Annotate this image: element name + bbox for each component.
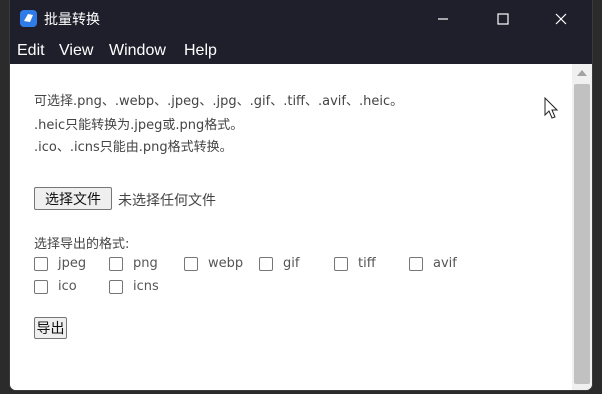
choose-file-button[interactable]: 选择文件 — [34, 187, 112, 210]
checkbox[interactable] — [34, 257, 48, 271]
format-option-ico[interactable]: ico — [34, 279, 94, 295]
option-label: webp — [208, 256, 244, 271]
close-icon — [555, 13, 567, 25]
checkbox[interactable] — [409, 257, 423, 271]
checkbox[interactable] — [334, 257, 348, 271]
checkbox[interactable] — [109, 280, 123, 294]
format-option-avif[interactable]: avif — [409, 256, 469, 272]
app-logo-icon — [20, 10, 37, 27]
option-label: avif — [433, 256, 457, 271]
info-line-ico: .ico、.icns只能由.png格式转换。 — [34, 140, 233, 155]
format-option-jpeg[interactable]: jpeg — [34, 256, 94, 272]
minimize-icon — [438, 18, 448, 20]
option-label: png — [133, 256, 158, 271]
vertical-scrollbar[interactable] — [572, 64, 592, 390]
minimize-button[interactable] — [414, 0, 472, 38]
window-title: 批量转换 — [44, 12, 100, 28]
maximize-button[interactable] — [474, 0, 532, 38]
option-label: jpeg — [58, 256, 87, 271]
format-option-png[interactable]: png — [109, 256, 169, 272]
export-button[interactable]: 导出 — [34, 317, 67, 339]
mouse-cursor-icon — [544, 97, 558, 119]
scroll-up-arrow-icon[interactable] — [577, 70, 587, 76]
format-option-webp[interactable]: webp — [184, 256, 244, 272]
close-button[interactable] — [532, 0, 590, 38]
title-bar[interactable]: 批量转换 — [10, 0, 592, 38]
maximize-icon — [497, 13, 509, 25]
format-option-tiff[interactable]: tiff — [334, 256, 394, 272]
option-label: gif — [283, 256, 300, 271]
menu-view[interactable]: View — [59, 42, 93, 60]
option-label: icns — [133, 279, 159, 294]
checkbox[interactable] — [184, 257, 198, 271]
menu-bar: Edit View Window Help — [10, 38, 592, 64]
format-label: 选择导出的格式: — [34, 237, 130, 252]
format-option-icns[interactable]: icns — [109, 279, 169, 295]
menu-window[interactable]: Window — [109, 42, 166, 60]
checkbox[interactable] — [34, 280, 48, 294]
scroll-thumb[interactable] — [574, 84, 590, 384]
checkbox[interactable] — [109, 257, 123, 271]
app-window: 批量转换 Edit View Window Help 可选择.png、.webp… — [10, 0, 592, 390]
menu-edit[interactable]: Edit — [17, 42, 45, 60]
option-label: ico — [58, 279, 77, 294]
file-status: 未选择任何文件 — [118, 193, 216, 209]
checkbox[interactable] — [259, 257, 273, 271]
info-line-formats: 可选择.png、.webp、.jpeg、.jpg、.gif、.tiff、.avi… — [34, 94, 404, 109]
menu-help[interactable]: Help — [184, 42, 217, 60]
info-line-heic: .heic只能转换为.jpeg或.png格式。 — [34, 118, 244, 133]
format-option-gif[interactable]: gif — [259, 256, 319, 272]
main-content: 可选择.png、.webp、.jpeg、.jpg、.gif、.tiff、.avi… — [10, 64, 572, 390]
option-label: tiff — [358, 256, 376, 271]
